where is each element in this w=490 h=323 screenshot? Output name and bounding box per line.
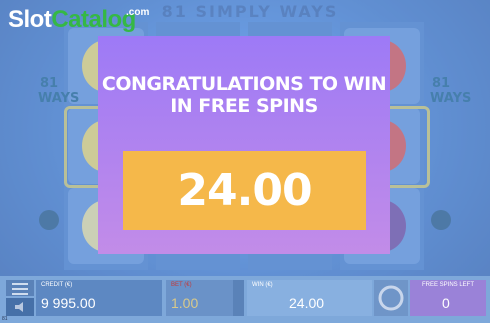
popup-title-line1: CONGRATULATIONS TO WIN [101, 73, 387, 95]
win-amount-box: 24.00 [123, 151, 366, 230]
footer-text: 81 [2, 316, 8, 322]
popup-title-line2: IN FREE SPINS [170, 95, 318, 117]
bet-adjust-button[interactable] [233, 280, 244, 316]
credit-label: CREDIT (€) [41, 282, 73, 288]
menu-icon-line [12, 293, 28, 295]
logo-suffix: .com [126, 7, 150, 18]
bet-value: 1.00 [171, 295, 199, 311]
logo-text-catalog: Catalog [51, 6, 136, 33]
win-value: 24.00 [289, 295, 325, 311]
free-spins-label: FREE SPINS LEFT [422, 282, 475, 288]
win-popup: CONGRATULATIONS TO WIN IN FREE SPINS 24.… [98, 36, 390, 254]
logo-text-slot: Slot [8, 6, 52, 33]
menu-icon-line [12, 288, 28, 290]
bet-label: BET (€) [171, 282, 192, 288]
credit-panel: CREDIT (€) 9 995.00 [36, 280, 162, 316]
menu-icon-line [12, 283, 28, 285]
free-spins-panel: FREE SPINS LEFT 0 [410, 280, 486, 316]
spin-button[interactable] [374, 280, 408, 316]
popup-title: CONGRATULATIONS TO WIN IN FREE SPINS [98, 73, 390, 117]
speaker-icon [15, 302, 23, 312]
spin-icon [378, 285, 404, 311]
slotcatalog-logo: SlotCatalog [8, 6, 136, 34]
win-panel: WIN (€) 24.00 [247, 280, 372, 316]
menu-button[interactable] [6, 280, 34, 296]
free-spins-value: 0 [442, 295, 450, 311]
win-amount: 24.00 [177, 165, 312, 216]
sound-button[interactable] [6, 298, 34, 316]
credit-value: 9 995.00 [41, 295, 96, 311]
win-label: WIN (€) [252, 282, 273, 288]
